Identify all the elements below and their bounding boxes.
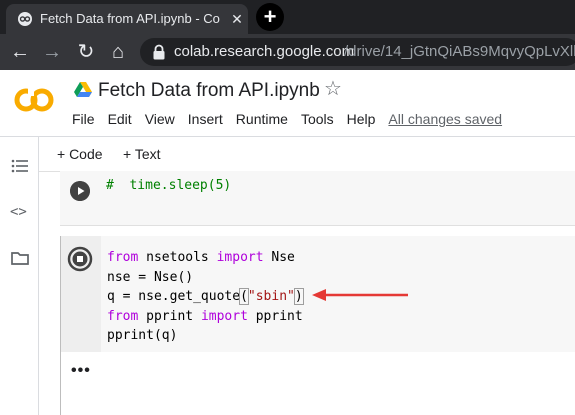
menu-help[interactable]: Help	[347, 111, 376, 127]
keyword: from	[107, 308, 139, 324]
matched-bracket: )	[293, 288, 304, 305]
google-drive-icon[interactable]	[74, 82, 92, 98]
back-arrow-icon[interactable]: ←	[8, 40, 32, 64]
keyword: import	[200, 308, 248, 324]
cell-toolbar: + Code + Text	[39, 137, 575, 172]
code-line: nse = Nse()	[107, 269, 194, 285]
code-token: pprint	[247, 308, 303, 324]
browser-tab[interactable]: Fetch Data from API.ipynb - Colab ✕	[6, 4, 248, 34]
reload-icon[interactable]: ↻	[74, 40, 98, 64]
cell-gutter	[61, 236, 101, 352]
browser-tab-strip: Fetch Data from API.ipynb - Colab ✕ +	[0, 0, 575, 34]
menu-file[interactable]: File	[72, 111, 95, 127]
url-path: /drive/14_jGtnQiABs9MqvyQpLvXlkb4	[344, 43, 575, 60]
notebook-title[interactable]: Fetch Data from API.ipynb	[98, 80, 320, 102]
home-icon[interactable]: ⌂	[106, 40, 130, 64]
keyword: import	[216, 250, 264, 265]
table-of-contents-icon[interactable]	[10, 157, 30, 175]
annotation-arrow-icon	[312, 289, 408, 301]
url-host: colab.research.google.com	[174, 43, 355, 60]
browser-toolbar: ← → ↻ ⌂ colab.research.google.com /drive…	[0, 34, 575, 70]
forward-arrow-icon[interactable]: →	[40, 40, 64, 64]
menu-runtime[interactable]: Runtime	[236, 111, 288, 127]
code-text: from nsetools import Nse nse = Nse() q =…	[107, 248, 304, 346]
code-token: Nse	[263, 250, 295, 265]
string-literal: "sbin"	[247, 289, 295, 304]
keyword: from	[107, 250, 139, 265]
star-icon[interactable]: ☆	[324, 78, 342, 100]
left-sidebar: <>	[0, 137, 39, 415]
code-token: nsetools	[138, 250, 217, 265]
menu-tools[interactable]: Tools	[301, 111, 334, 127]
tab-title: Fetch Data from API.ipynb - Colab	[40, 11, 220, 26]
run-cell-icon[interactable]	[70, 181, 90, 201]
code-token: pprint	[138, 308, 201, 324]
matched-bracket: (	[239, 288, 249, 305]
add-text-button[interactable]: + Text	[123, 145, 161, 163]
save-status-link[interactable]: All changes saved	[388, 111, 502, 127]
tab-close-icon[interactable]: ✕	[228, 10, 246, 28]
active-code-cell[interactable]: from nsetools import Nse nse = Nse() q =…	[60, 236, 575, 415]
run-cell-running-icon[interactable]	[67, 246, 93, 272]
menu-insert[interactable]: Insert	[188, 111, 223, 127]
folder-icon[interactable]	[10, 249, 30, 267]
new-tab-button[interactable]: +	[256, 3, 284, 31]
lock-icon	[153, 44, 165, 60]
code-line: pprint(q)	[107, 328, 178, 343]
add-code-button[interactable]: + Code	[57, 145, 103, 163]
code-token: q = nse.get_quote	[107, 289, 241, 304]
menu-view[interactable]: View	[145, 111, 175, 127]
cell-output: •••	[61, 352, 575, 415]
output-more-icon[interactable]: •••	[71, 362, 91, 380]
address-bar[interactable]: colab.research.google.com /drive/14_jGtn…	[140, 38, 575, 66]
colab-favicon-icon	[18, 12, 32, 26]
menu-edit[interactable]: Edit	[108, 111, 132, 127]
colab-header: Fetch Data from API.ipynb ☆ File Edit View…	[0, 70, 575, 137]
colab-logo[interactable]	[14, 85, 54, 115]
menu-bar: File Edit View Insert Runtime Tools Help All ch…	[72, 111, 515, 129]
code-snippets-icon[interactable]: <>	[10, 203, 30, 221]
previous-cell-code: # time.sleep(5)	[106, 178, 232, 193]
previous-code-cell[interactable]: # time.sleep(5)	[60, 171, 575, 226]
